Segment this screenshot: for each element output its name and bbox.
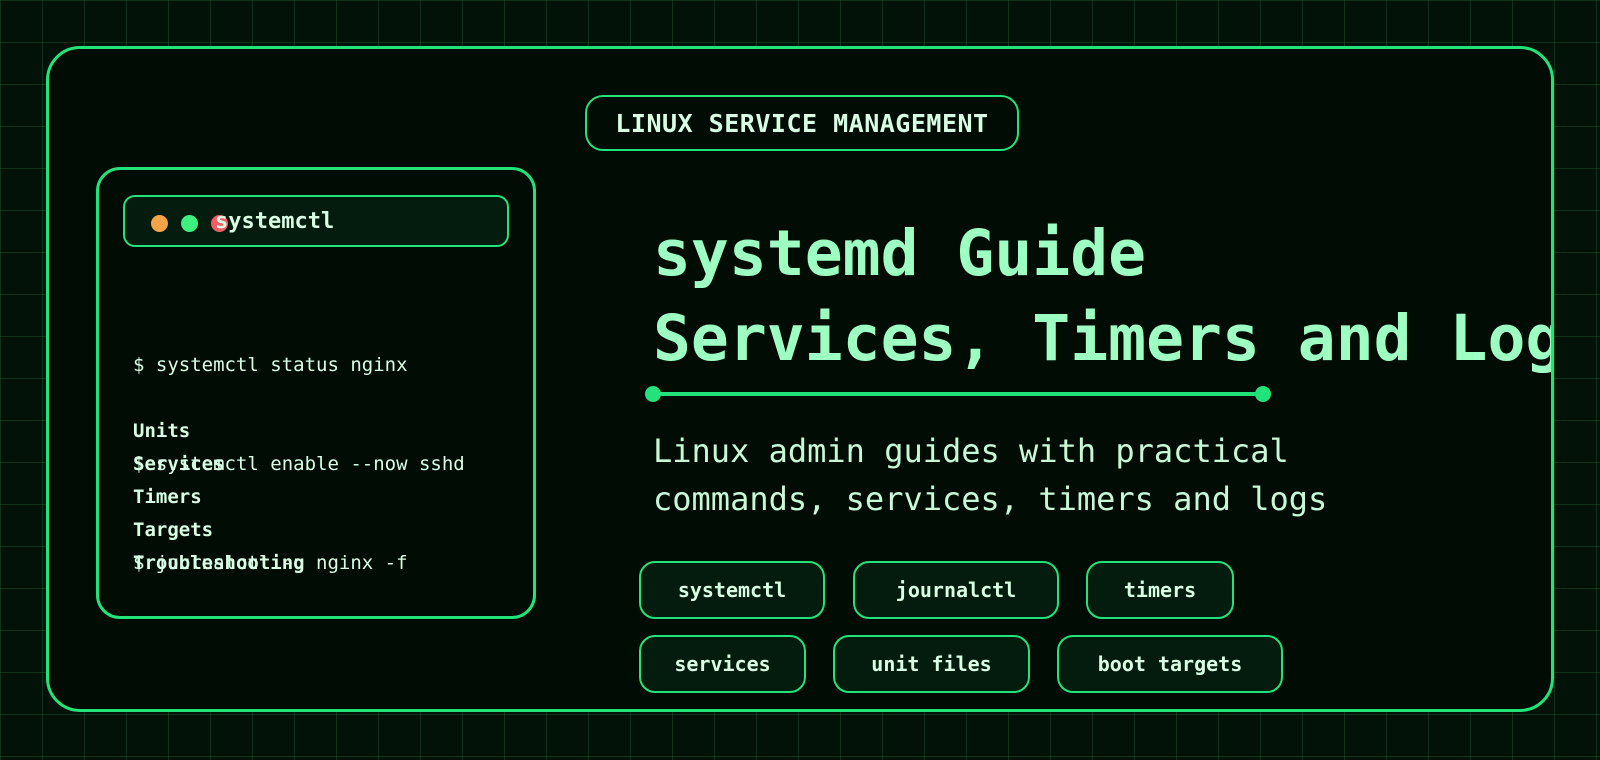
- topic-item: Timers: [133, 486, 202, 508]
- subtitle-line-1: Linux admin guides with practical: [653, 432, 1289, 470]
- page-subtitle: Linux admin guides with practical comman…: [653, 427, 1327, 523]
- command-line: $ systemctl status nginx: [133, 354, 408, 376]
- page-title: systemd Guide Services, Timers and Logs: [653, 211, 1554, 381]
- terminal-window: systemctl $ systemctl status nginx $ sys…: [96, 167, 536, 619]
- title-divider: [653, 392, 1263, 396]
- tag-unit-files[interactable]: unit files: [833, 635, 1030, 693]
- topic-list: Units Services Timers Targets Troublesho…: [133, 415, 305, 580]
- title-line-1: systemd Guide: [653, 217, 1147, 290]
- guide-card: LINUX SERVICE MANAGEMENT systemctl $ sys…: [46, 46, 1554, 712]
- terminal-title-bar: systemctl: [123, 195, 509, 247]
- tag-journalctl[interactable]: journalctl: [853, 561, 1059, 619]
- topic-item: Services: [133, 453, 225, 475]
- topic-item: Units: [133, 420, 191, 442]
- divider-left-dot-icon: [645, 386, 661, 402]
- tag-timers[interactable]: timers: [1086, 561, 1234, 619]
- subtitle-line-2: commands, services, timers and logs: [653, 480, 1328, 518]
- terminal-title: systemctl: [215, 209, 335, 234]
- window-green-dot-icon: [181, 215, 198, 232]
- title-line-2: Services, Timers and Logs: [653, 302, 1554, 375]
- tag-boot-targets[interactable]: boot targets: [1057, 635, 1283, 693]
- topic-item: Targets: [133, 519, 214, 541]
- window-orange-dot-icon: [151, 215, 168, 232]
- divider-right-dot-icon: [1255, 386, 1271, 402]
- tag-services[interactable]: services: [639, 635, 806, 693]
- tag-systemctl[interactable]: systemctl: [639, 561, 825, 619]
- category-badge: LINUX SERVICE MANAGEMENT: [585, 95, 1019, 151]
- topic-item: Troubleshooting: [133, 552, 305, 574]
